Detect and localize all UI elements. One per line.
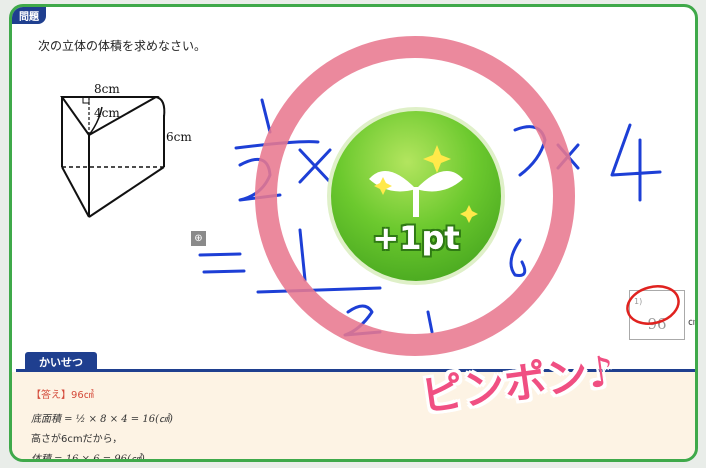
badge-label: +1pt [372,219,460,257]
ink-stroke [198,252,246,274]
ink-stroke [260,98,272,134]
ink-stroke [610,123,662,202]
point-badge: +1pt [327,107,505,285]
sprout-icon [369,145,478,223]
red-check-circle [626,285,680,325]
screen: 問題 次の立体の体積を求めなさい。 8cm 4cm 6cm ⊕ 1) 96 ㎤ [0,0,706,468]
